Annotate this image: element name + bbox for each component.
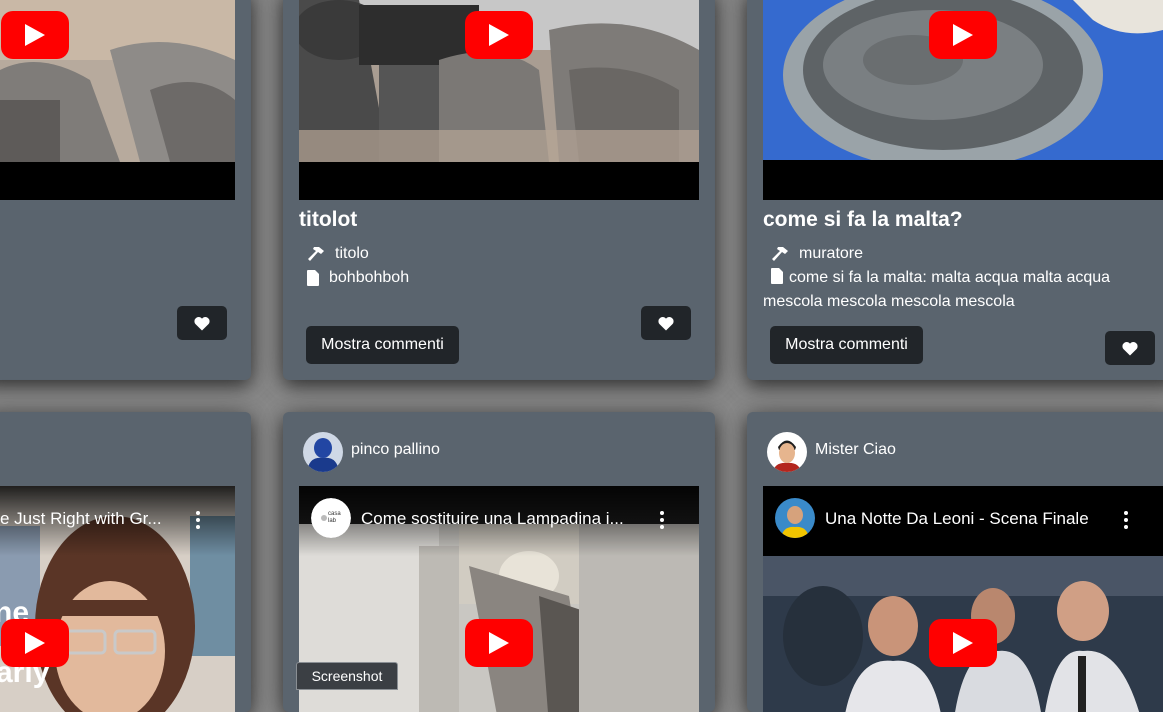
youtube-play-icon[interactable] bbox=[1, 11, 69, 59]
description-text: bohbohboh bbox=[329, 269, 410, 286]
heart-icon bbox=[194, 316, 210, 330]
video-embed[interactable] bbox=[0, 0, 235, 200]
show-comments-button[interactable]: Mostra commenti bbox=[770, 326, 923, 364]
file-icon bbox=[307, 270, 319, 286]
avatar[interactable] bbox=[303, 432, 343, 472]
kebab-menu-icon[interactable] bbox=[660, 511, 664, 529]
video-embed[interactable] bbox=[763, 0, 1163, 200]
video-title[interactable]: Una Notte Da Leoni - Scena Finale bbox=[825, 509, 1110, 529]
profession-label: muratore bbox=[799, 245, 864, 262]
post-description: bohbohboh bbox=[307, 269, 409, 287]
like-button[interactable] bbox=[641, 306, 691, 340]
channel-logo[interactable] bbox=[775, 498, 815, 538]
file-icon bbox=[771, 268, 783, 284]
kebab-menu-icon[interactable] bbox=[1124, 511, 1128, 529]
post-description: come si fa la malta: malta acqua malta a… bbox=[763, 266, 1133, 314]
channel-logo[interactable]: casa lab bbox=[311, 498, 351, 538]
post-title: come si fa la malta? bbox=[763, 208, 963, 231]
post-profession: titolo bbox=[307, 245, 369, 263]
profession-label: titolo bbox=[335, 245, 369, 262]
youtube-play-icon[interactable] bbox=[1, 619, 69, 667]
post-card bbox=[0, 0, 251, 380]
show-comments-button[interactable]: Mostra commenti bbox=[306, 326, 459, 364]
description-text: come si fa la malta: malta acqua malta a… bbox=[763, 269, 1111, 310]
hammer-icon bbox=[772, 246, 788, 261]
kebab-menu-icon[interactable] bbox=[196, 511, 200, 529]
channel-logo-text: casa lab bbox=[328, 511, 341, 524]
avatar[interactable] bbox=[767, 432, 807, 472]
post-profession: muratore bbox=[771, 245, 863, 263]
video-embed[interactable]: e Just Right with Gr... ne arly bbox=[0, 486, 235, 712]
video-embed[interactable]: Una Notte Da Leoni - Scena Finale bbox=[763, 486, 1163, 712]
post-title: titolot bbox=[299, 208, 358, 231]
youtube-play-icon[interactable] bbox=[465, 11, 533, 59]
video-title[interactable]: Come sostituire una Lampadina i... bbox=[361, 509, 646, 529]
screenshot-tooltip[interactable]: Screenshot bbox=[296, 662, 398, 690]
youtube-play-icon[interactable] bbox=[465, 619, 533, 667]
video-title[interactable]: e Just Right with Gr... bbox=[0, 509, 175, 529]
post-card: Mister Ciao Una Notte Da Leoni - Scena F… bbox=[747, 412, 1163, 712]
heart-icon bbox=[1122, 341, 1138, 355]
author-name[interactable]: pinco pallino bbox=[351, 441, 440, 459]
video-embed[interactable] bbox=[299, 0, 699, 200]
heart-icon bbox=[658, 316, 674, 330]
hammer-icon bbox=[308, 246, 324, 261]
youtube-play-icon[interactable] bbox=[929, 11, 997, 59]
youtube-play-icon[interactable] bbox=[929, 619, 997, 667]
like-button[interactable] bbox=[1105, 331, 1155, 365]
author-name[interactable]: Mister Ciao bbox=[815, 441, 896, 459]
post-card: titolot titolo bohbohboh Mostra commenti bbox=[283, 0, 715, 380]
like-button[interactable] bbox=[177, 306, 227, 340]
post-card: e Just Right with Gr... ne arly bbox=[0, 412, 251, 712]
post-card: come si fa la malta? muratore come si fa… bbox=[747, 0, 1163, 380]
